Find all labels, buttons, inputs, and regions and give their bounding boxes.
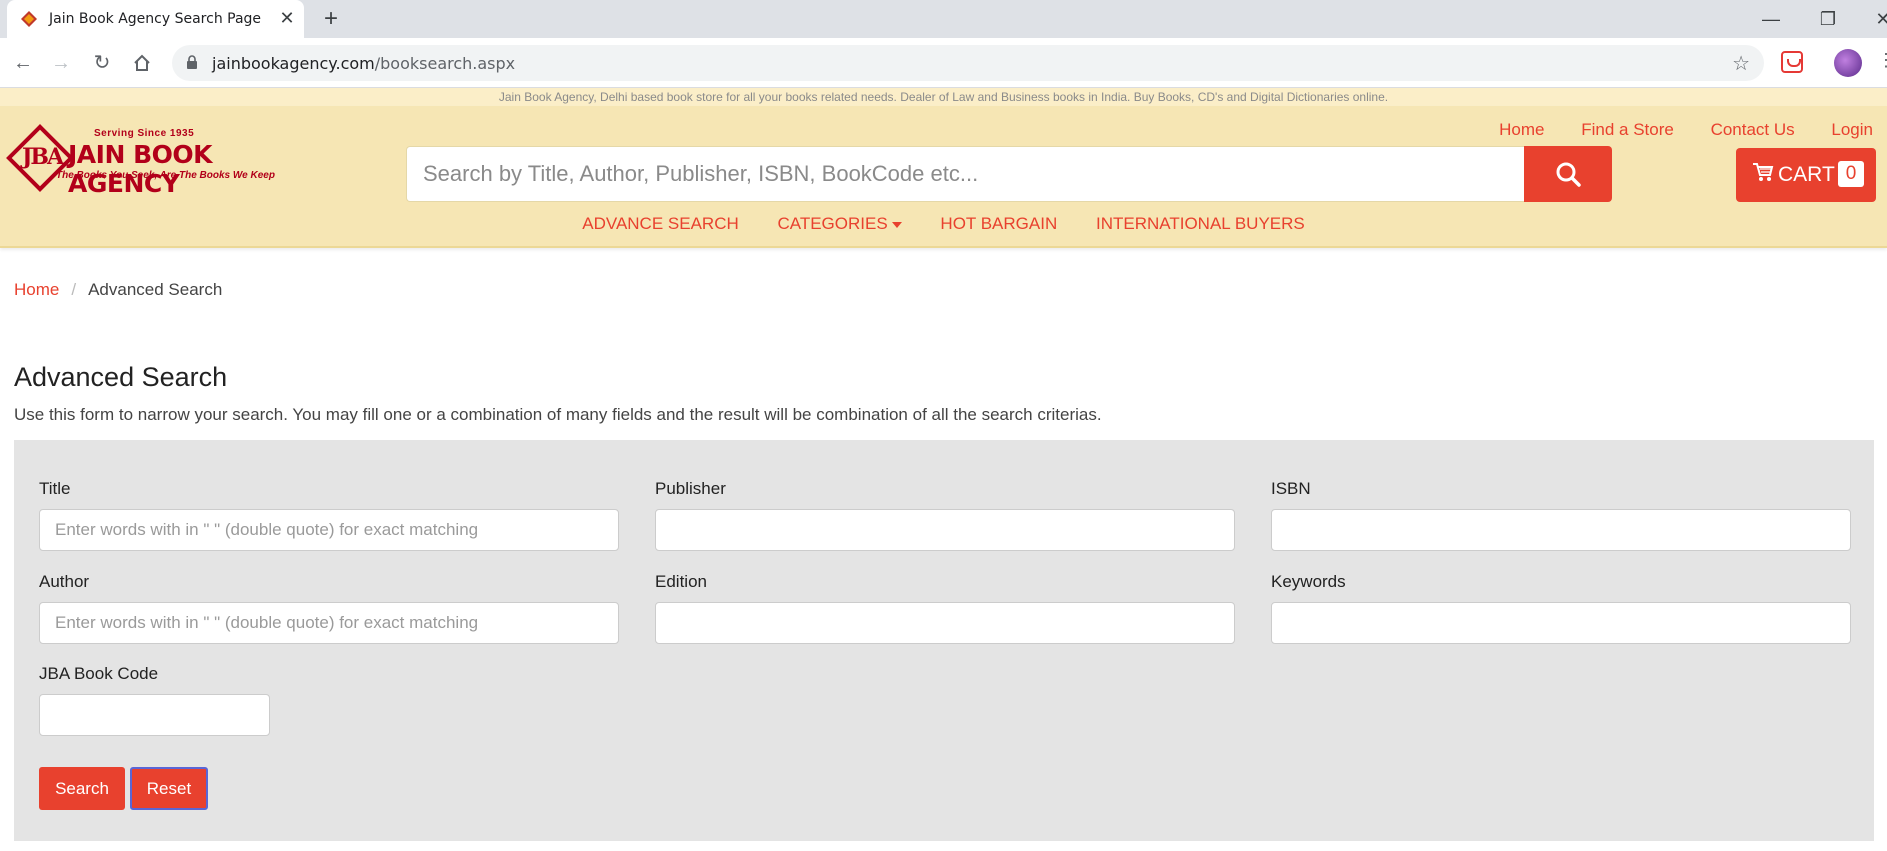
bookcode-field-group: JBA Book Code	[39, 664, 270, 736]
title-label: Title	[39, 479, 71, 498]
top-link-find-store[interactable]: Find a Store	[1581, 120, 1674, 139]
main-nav: ADVANCE SEARCH CATEGORIES HOT BARGAIN IN…	[0, 214, 1887, 234]
browser-tab-bar: Jain Book Agency Search Page ✕ + — ❐ ✕	[0, 0, 1887, 38]
author-label: Author	[39, 572, 90, 591]
isbn-label: ISBN	[1271, 479, 1311, 498]
title-field-group: Title	[39, 479, 619, 551]
breadcrumb-current: Advanced Search	[88, 280, 223, 299]
pocket-extension-icon[interactable]	[1781, 51, 1803, 73]
cart-icon	[1753, 163, 1774, 181]
nav-categories-label: CATEGORIES	[777, 214, 888, 233]
search-button[interactable]: Search	[39, 767, 125, 810]
browser-tab[interactable]: Jain Book Agency Search Page ✕	[7, 0, 304, 38]
breadcrumb-home[interactable]: Home	[14, 280, 59, 299]
publisher-field-group: Publisher	[655, 479, 1235, 551]
nav-international-buyers[interactable]: INTERNATIONAL BUYERS	[1096, 214, 1305, 234]
address-bar[interactable]: jainbookagency.com/booksearch.aspx ☆	[172, 45, 1764, 81]
url-text: jainbookagency.com/booksearch.aspx	[212, 54, 516, 73]
edition-label: Edition	[655, 572, 707, 591]
top-link-home[interactable]: Home	[1499, 120, 1544, 139]
site-search-button[interactable]	[1524, 146, 1612, 202]
title-input[interactable]	[39, 509, 619, 551]
isbn-field-group: ISBN	[1271, 479, 1851, 551]
minimize-icon[interactable]: —	[1758, 6, 1784, 32]
cart-button[interactable]: CART 0	[1736, 148, 1876, 202]
profile-avatar[interactable]	[1834, 49, 1862, 77]
top-link-contact[interactable]: Contact Us	[1711, 120, 1795, 139]
site-intro-strip: Jain Book Agency, Delhi based book store…	[0, 88, 1887, 106]
tab-title: Jain Book Agency Search Page	[49, 11, 262, 27]
nav-hot-bargain[interactable]: HOT BARGAIN	[940, 214, 1057, 234]
reset-button[interactable]: Reset	[130, 767, 208, 810]
logo-name: JAIN BOOK AGENCY	[68, 140, 213, 198]
nav-advance-search[interactable]: ADVANCE SEARCH	[582, 214, 739, 234]
bookcode-input[interactable]	[39, 694, 270, 736]
reload-icon[interactable]: ↻	[89, 50, 115, 76]
page-title: Advanced Search	[14, 362, 228, 392]
site-logo[interactable]: JBA Serving Since 1935 JAIN BOOK AGENCY …	[6, 124, 304, 198]
browser-menu-icon[interactable]: ⋮	[1877, 50, 1887, 71]
top-link-login[interactable]: Login	[1831, 120, 1873, 139]
author-field-group: Author	[39, 572, 619, 644]
site-favicon-icon	[21, 11, 37, 27]
close-window-icon[interactable]: ✕	[1870, 6, 1887, 32]
bookmark-star-icon[interactable]: ☆	[1732, 51, 1750, 76]
keywords-input[interactable]	[1271, 602, 1851, 644]
cart-label: CART	[1778, 163, 1835, 186]
close-tab-icon[interactable]: ✕	[277, 8, 297, 28]
home-icon[interactable]	[129, 50, 155, 76]
site-header: JBA Serving Since 1935 JAIN BOOK AGENCY …	[0, 106, 1887, 248]
restore-icon[interactable]: ❐	[1815, 6, 1841, 32]
author-input[interactable]	[39, 602, 619, 644]
publisher-label: Publisher	[655, 479, 726, 498]
browser-toolbar: ← → ↻ jainbookagency.com/booksearch.aspx…	[0, 38, 1887, 88]
new-tab-icon[interactable]: +	[318, 7, 344, 33]
breadcrumb: Home / Advanced Search	[14, 280, 222, 300]
lock-icon	[187, 55, 197, 69]
bookcode-label: JBA Book Code	[39, 664, 159, 683]
page-description: Use this form to narrow your search. You…	[14, 405, 1102, 424]
site-search-input[interactable]	[406, 146, 1524, 202]
isbn-input[interactable]	[1271, 509, 1851, 551]
cart-count-badge: 0	[1838, 161, 1864, 187]
logo-mark: JBA	[22, 144, 64, 170]
logo-serving-text: Serving Since 1935	[94, 128, 195, 139]
back-icon[interactable]: ←	[10, 50, 36, 76]
breadcrumb-separator: /	[71, 280, 77, 299]
search-icon	[1556, 162, 1581, 187]
logo-tagline: The Books You Seek, Are The Books We Kee…	[56, 170, 275, 181]
site-search	[406, 146, 1612, 202]
edition-input[interactable]	[655, 602, 1235, 644]
edition-field-group: Edition	[655, 572, 1235, 644]
top-links: Home Find a Store Contact Us Login	[1467, 120, 1873, 140]
forward-icon[interactable]: →	[48, 50, 74, 76]
chevron-down-icon	[891, 221, 902, 228]
publisher-input[interactable]	[655, 509, 1235, 551]
nav-categories[interactable]: CATEGORIES	[777, 214, 902, 234]
keywords-label: Keywords	[1271, 572, 1346, 591]
keywords-field-group: Keywords	[1271, 572, 1851, 644]
advanced-search-form: Title Publisher ISBN Author Edition Keyw…	[14, 440, 1874, 841]
